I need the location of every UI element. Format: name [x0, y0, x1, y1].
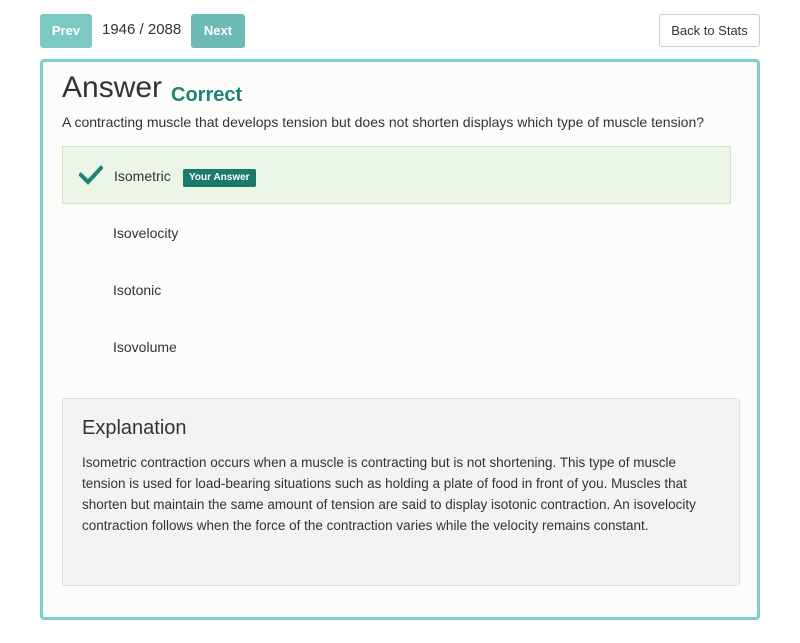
- option-isometric[interactable]: Isometric Your Answer: [62, 146, 731, 204]
- option-isovolume[interactable]: Isovolume: [62, 318, 731, 376]
- prev-button[interactable]: Prev: [40, 14, 92, 48]
- option-label: Isovelocity: [113, 225, 179, 241]
- answer-card: Answer Correct A contracting muscle that…: [40, 59, 760, 620]
- your-answer-badge: Your Answer: [183, 169, 256, 187]
- explanation-panel: Explanation Isometric contraction occurs…: [62, 398, 740, 586]
- option-label: Isometric: [114, 168, 171, 184]
- option-isovelocity[interactable]: Isovelocity: [62, 204, 731, 262]
- correct-status: Correct: [171, 84, 243, 106]
- explanation-title: Explanation: [82, 417, 187, 439]
- question-counter: 1946 / 2088: [102, 21, 182, 38]
- explanation-text: Isometric contraction occurs when a musc…: [82, 455, 696, 533]
- option-label: Isovolume: [113, 339, 177, 355]
- back-to-stats-button[interactable]: Back to Stats: [659, 14, 760, 47]
- option-label: Isotonic: [113, 282, 162, 298]
- top-navigation: Prev 1946 / 2088 Next Back to Stats: [40, 14, 760, 48]
- next-button[interactable]: Next: [191, 14, 245, 48]
- question-text: A contracting muscle that develops tensi…: [62, 114, 705, 130]
- answer-heading: Answer: [62, 71, 163, 104]
- checkmark-icon: [79, 165, 103, 185]
- option-isotonic[interactable]: Isotonic: [62, 261, 731, 319]
